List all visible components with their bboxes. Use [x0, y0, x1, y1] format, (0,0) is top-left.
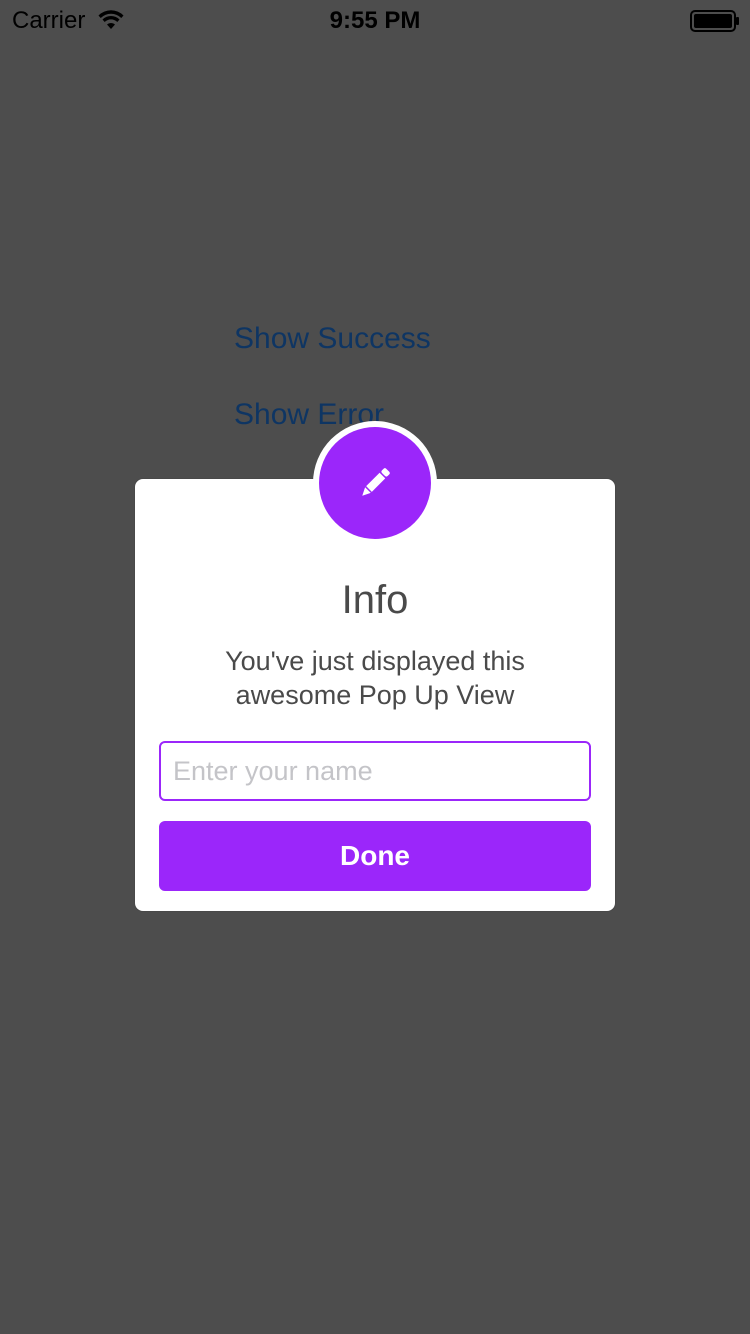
popup-message: You've just displayed this awesome Pop U…: [175, 644, 575, 712]
popup-icon-circle: [319, 427, 431, 539]
popup-message-line-2: awesome Pop Up View: [235, 680, 515, 710]
popup-title: Info: [341, 578, 409, 622]
status-time: 9:55 PM: [329, 7, 421, 34]
done-button[interactable]: Done: [159, 821, 591, 891]
pencil-icon: [362, 468, 390, 496]
popup-message-line-1: You've just displayed this: [225, 646, 525, 676]
show-success-button[interactable]: Show Success: [234, 322, 431, 356]
status-bar: Carrier 9:55 PM: [0, 0, 750, 40]
name-input[interactable]: [159, 741, 591, 801]
popup-icon-badge: [313, 421, 437, 545]
battery-icon: [690, 10, 739, 32]
